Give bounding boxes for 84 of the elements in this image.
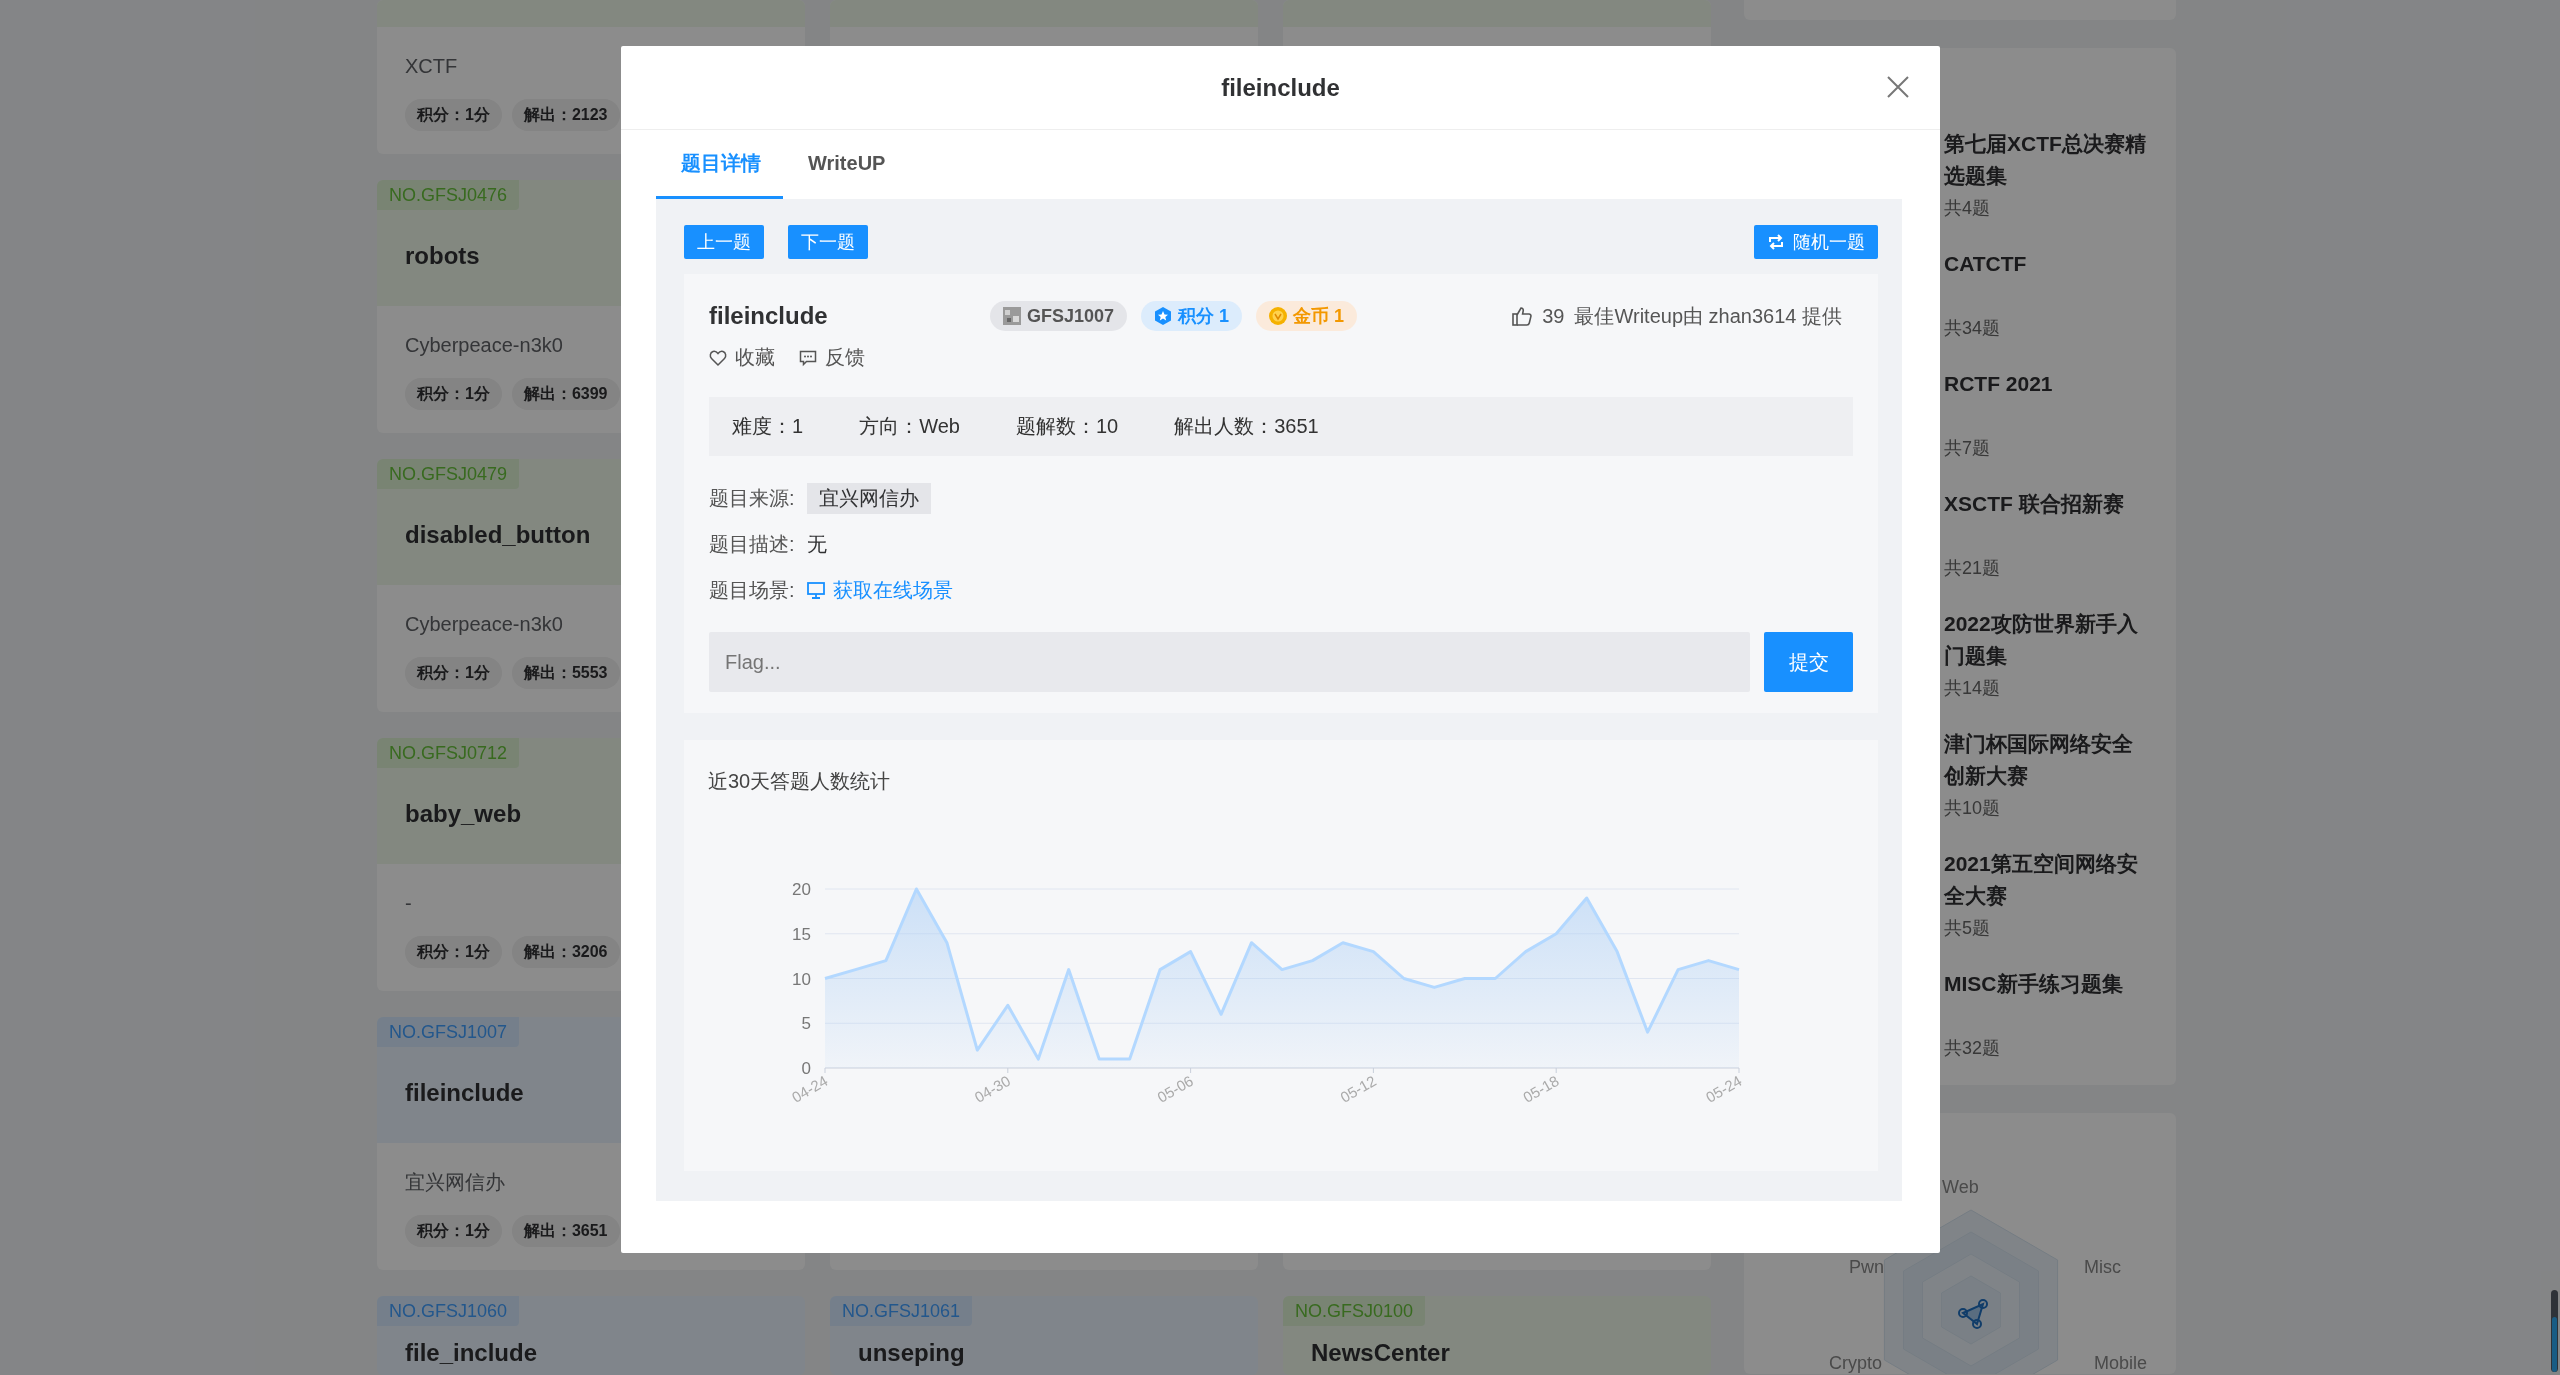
challenge-id: NO.GFSJ0476 (377, 180, 520, 210)
stat-text: 方向：Web (859, 414, 960, 439)
badge: 金币 1 (1256, 301, 1358, 331)
dialog-title: fileinclude (1221, 73, 1340, 102)
challenge-id: NO.GFSJ0712 (377, 738, 520, 768)
challenge-title: NewsCenter (1311, 1338, 1450, 1368)
flag-input[interactable]: Flag... (709, 632, 1750, 692)
submit-button[interactable]: 提交 (1764, 632, 1853, 692)
comment-icon (799, 348, 817, 367)
challenge-card[interactable]: NO.GFSJ1061 unseping (830, 1296, 1258, 1375)
collection-count: 共10题 (1944, 797, 2002, 820)
monitor-icon (806, 581, 825, 599)
radar-axis-label: Crypto (1829, 1353, 1882, 1373)
challenge-author: 宜兴网信办 (405, 1170, 505, 1195)
stat-text: 解出人数：3651 (1174, 414, 1319, 439)
challenge-id: NO.GFSJ1060 (377, 1296, 520, 1326)
challenge-title: unseping (858, 1338, 965, 1368)
badge: GFSJ1007 (990, 301, 1128, 331)
collection-count: 共32题 (1944, 1037, 2002, 1060)
radar-shape (1958, 1299, 1988, 1329)
collection-title[interactable]: 2022攻防世界新手入门题集 (1944, 608, 2149, 672)
collection-count: 共7题 (1944, 437, 1991, 460)
badge: 积分 1 (1141, 301, 1243, 331)
star-icon (1154, 307, 1173, 325)
collection-count: 共21题 (1944, 557, 2002, 580)
challenge-id: NO.GFSJ0100 (1283, 1296, 1426, 1326)
points-pill: 积分：1分 (405, 1215, 502, 1247)
heart-icon (709, 348, 727, 367)
challenge-author: - (405, 891, 412, 916)
challenge-title: file_include (405, 1338, 538, 1368)
field-label: 题目描述: (709, 531, 795, 557)
challenge-card[interactable]: NO.GFSJ0100 NewsCenter (1283, 1296, 1711, 1375)
challenge-title: fileinclude (405, 1078, 524, 1108)
thumbnail-icon (1003, 307, 1021, 325)
challenge-title: robots (405, 241, 480, 271)
coin-icon (1269, 307, 1288, 325)
solves-pill: 解出：3651 (511, 1215, 620, 1247)
collection-title[interactable]: 津门杯国际网络安全创新大赛 (1944, 728, 2149, 792)
solves-pill: 解出：2123 (511, 99, 620, 131)
collection-count: 共5题 (1944, 917, 1991, 940)
collection-title[interactable]: 第七届XCTF总决赛精选题集 (1944, 128, 2149, 192)
challenge-id: NO.GFSJ0479 (377, 459, 520, 489)
collection-title[interactable]: CATCTF (1944, 248, 2149, 312)
favorite-button[interactable]: 收藏 (709, 344, 775, 371)
points-pill: 积分：1分 (405, 657, 502, 689)
solves-pill: 解出：3206 (511, 936, 620, 968)
challenge-title: disabled_button (405, 520, 591, 550)
radar-axis-label: Mobile (2094, 1353, 2148, 1373)
collection-title[interactable]: MISC新手练习题集 (1944, 968, 2149, 1032)
challenge-title: baby_web (405, 799, 522, 829)
challenge-author: XCTF (405, 54, 458, 79)
close-icon[interactable] (1886, 75, 1910, 99)
challenge-card[interactable]: NO.GFSJ1060 file_include (377, 1296, 805, 1375)
random-button[interactable]: 随机一题 (1754, 225, 1878, 259)
previous-button[interactable]: 上一题 (684, 225, 764, 259)
challenge-id: NO.GFSJ1061 (830, 1296, 973, 1326)
field-label: 题目来源: (709, 485, 795, 511)
collection-title[interactable]: RCTF 2021 (1944, 368, 2149, 432)
challenge-id: NO.GFSJ1007 (377, 1017, 520, 1047)
challenge-author: Cyberpeace-n3k0 (405, 612, 563, 637)
collection-count: 共4题 (1944, 197, 1991, 220)
radar-axis-label: Web (1942, 1177, 1979, 1197)
next-button[interactable]: 下一题 (788, 225, 868, 259)
points-pill: 积分：1分 (405, 936, 502, 968)
collection-count: 共34题 (1944, 317, 2002, 340)
stat-text: 题解数：10 (1015, 414, 1119, 439)
like-count: 39 (1542, 304, 1565, 328)
collection-title[interactable]: 2021第五空间网络安全大赛 (1944, 848, 2149, 912)
solves-pill: 解出：5553 (511, 657, 620, 689)
collection-title[interactable]: XSCTF 联合招新赛 (1944, 488, 2149, 552)
thumbs-up-icon (1512, 306, 1533, 326)
collection-count: 共14题 (1944, 677, 2002, 700)
solves-pill: 解出：6399 (511, 378, 620, 410)
source-tag: 宜兴网信办 (806, 482, 931, 514)
radar-axis-label: Pwn (1849, 1257, 1884, 1277)
field-value: 无 (806, 531, 827, 557)
points-pill: 积分：1分 (405, 99, 502, 131)
field-label: 题目场景: (709, 577, 795, 603)
repeat-icon (1767, 233, 1785, 251)
scene-link[interactable]: 获取在线场景 (806, 576, 953, 604)
challenge-author: Cyberpeace-n3k0 (405, 333, 563, 358)
radar-axis-label: Misc (2084, 1257, 2121, 1277)
best-writeup-credit: 最佳Writeup由 zhan3614 提供 (1574, 303, 1842, 329)
points-pill: 积分：1分 (405, 378, 502, 410)
